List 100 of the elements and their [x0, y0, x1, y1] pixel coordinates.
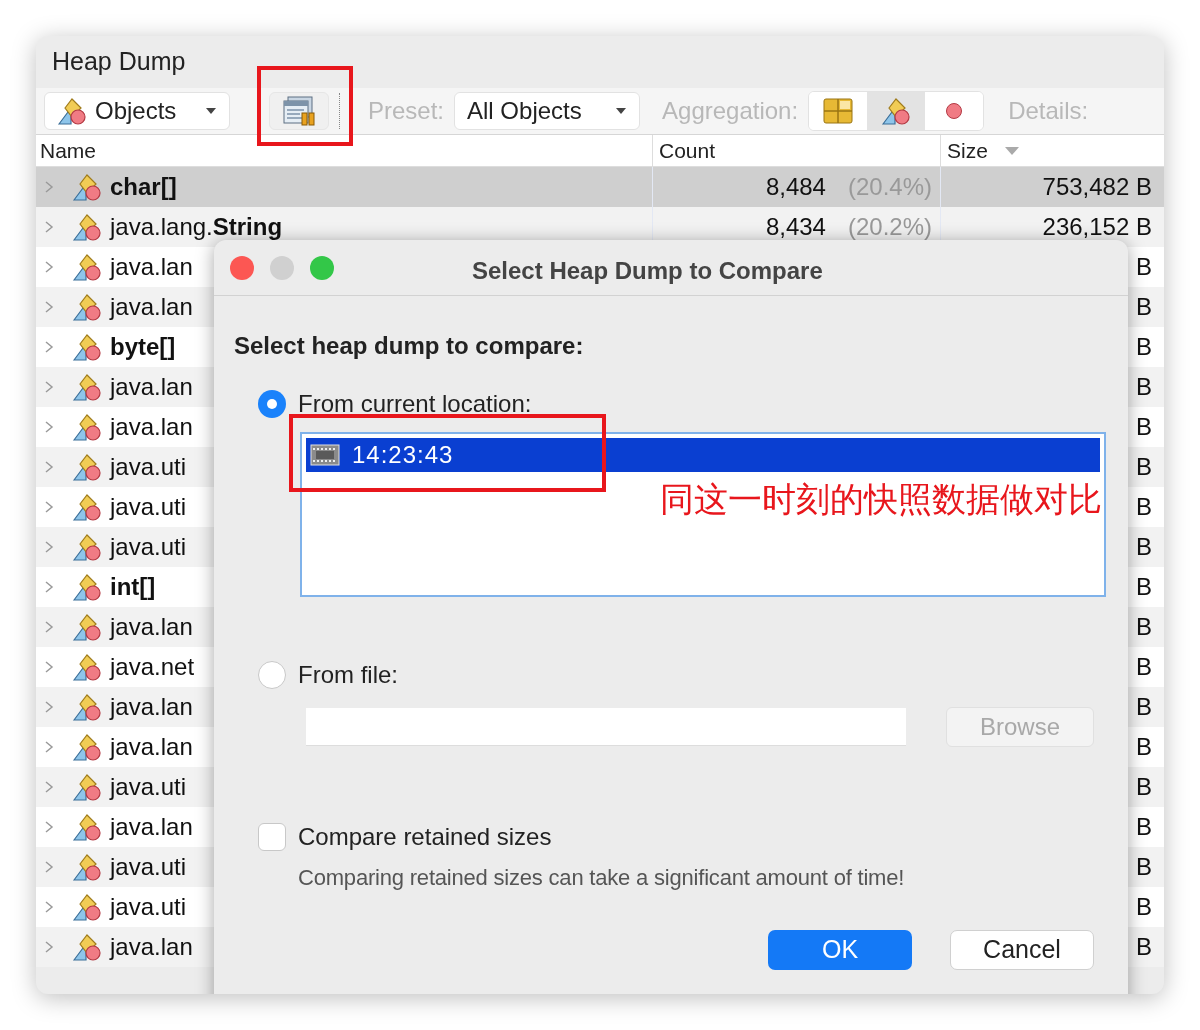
dialog-heading: Select heap dump to compare: [234, 331, 585, 361]
class-icon [72, 292, 102, 322]
column-header[interactable]: Count [652, 135, 940, 166]
compare-snapshot-button[interactable] [269, 92, 329, 130]
class-icon [72, 732, 102, 762]
class-icon [72, 692, 102, 722]
size-value: 753,482 B [1042, 172, 1152, 202]
class-name: char[] [110, 172, 177, 202]
close-button[interactable] [230, 255, 254, 280]
class-name: java.lan [110, 692, 193, 722]
caret-icon [205, 107, 217, 115]
file-path-field[interactable] [306, 708, 906, 746]
expand-chevron-icon[interactable] [44, 220, 54, 234]
column-header[interactable]: Name [36, 135, 652, 166]
size-value: B [1136, 252, 1152, 282]
expand-chevron-icon[interactable] [44, 820, 54, 834]
expand-chevron-icon[interactable] [44, 860, 54, 874]
expand-chevron-icon[interactable] [44, 500, 54, 514]
objects-dropdown[interactable]: Objects [44, 92, 230, 130]
radio-button[interactable] [258, 661, 286, 689]
expand-chevron-icon[interactable] [44, 940, 54, 954]
size-value: B [1136, 412, 1152, 442]
preset-dropdown[interactable]: All Objects [454, 92, 641, 130]
class-icon [72, 772, 102, 802]
checkbox[interactable] [258, 823, 286, 851]
minimize-button[interactable] [270, 255, 294, 280]
size-value: B [1136, 652, 1152, 682]
expand-chevron-icon[interactable] [44, 260, 54, 274]
snapshot-time: 14:23:43 [352, 440, 454, 470]
size-value: B [1136, 612, 1152, 642]
class-name: java.uti [110, 452, 187, 482]
size-value: 236,152 B [1042, 212, 1152, 242]
class-name: java.lang.String [110, 212, 283, 242]
cancel-button[interactable]: Cancel [950, 930, 1094, 970]
zoom-button[interactable] [310, 255, 334, 280]
expand-chevron-icon[interactable] [44, 380, 54, 394]
annotation-text: 同这一时刻的快照数据做对比 [660, 478, 1102, 521]
class-icon [72, 812, 102, 842]
class-icon [72, 652, 102, 682]
size-value: B [1136, 892, 1152, 922]
window-title: Heap Dump [52, 46, 186, 78]
size-value: B [1136, 732, 1152, 762]
class-name: java.lan [110, 932, 193, 962]
expand-chevron-icon[interactable] [44, 340, 54, 354]
radio-button[interactable] [258, 390, 286, 418]
expand-chevron-icon[interactable] [44, 660, 54, 674]
class-name: java.lan [110, 372, 193, 402]
class-icon [72, 532, 102, 562]
expand-chevron-icon[interactable] [44, 700, 54, 714]
expand-chevron-icon[interactable] [44, 420, 54, 434]
dialog-title: Select Heap Dump to Compare [472, 256, 823, 286]
class-icon [72, 492, 102, 522]
class-icon [72, 932, 102, 962]
class-icon [72, 372, 102, 402]
aggregation-toggle[interactable] [867, 92, 926, 130]
class-name: java.net [110, 652, 195, 682]
size-value: B [1136, 332, 1152, 362]
sort-descending-icon [1003, 145, 1020, 156]
class-name: java.lan [110, 412, 193, 442]
class-name: java.lan [110, 252, 193, 282]
class-name: java.lan [110, 732, 193, 762]
size-value: B [1136, 292, 1152, 322]
expand-chevron-icon[interactable] [44, 300, 54, 314]
column-header[interactable]: Size [940, 135, 1164, 166]
size-value: B [1136, 772, 1152, 802]
snapshot-icon [310, 443, 340, 467]
expand-chevron-icon[interactable] [44, 900, 54, 914]
snapshot-list-item[interactable]: 14:23:43 [306, 438, 1100, 472]
class-name: java.uti [110, 892, 187, 922]
size-value: B [1136, 372, 1152, 402]
expand-chevron-icon[interactable] [44, 180, 54, 194]
circle-icon [945, 102, 964, 120]
expand-chevron-icon[interactable] [44, 740, 54, 754]
details-label: Details: [1008, 96, 1089, 126]
class-icon [881, 96, 912, 126]
size-value: B [1136, 692, 1152, 722]
expand-chevron-icon[interactable] [44, 460, 54, 474]
class-icon [72, 252, 102, 282]
class-icon [72, 892, 102, 922]
class-name: java.lan [110, 292, 193, 322]
expand-chevron-icon[interactable] [44, 540, 54, 554]
class-name: byte[] [110, 332, 176, 362]
class-icon [72, 612, 102, 642]
count-value: 8,434 [765, 212, 826, 242]
class-icon [57, 96, 87, 126]
class-name: java.uti [110, 772, 187, 802]
preset-label: Preset: [368, 96, 445, 126]
class-icon [72, 452, 102, 482]
size-value: B [1136, 492, 1152, 522]
expand-chevron-icon[interactable] [44, 620, 54, 634]
aggregation-label: Aggregation: [662, 96, 799, 126]
size-value: B [1136, 932, 1152, 962]
count-percent: (20.2%) [847, 212, 932, 242]
class-name: java.uti [110, 492, 187, 522]
expand-chevron-icon[interactable] [44, 780, 54, 794]
ok-button[interactable]: OK [768, 930, 912, 970]
class-name: java.lan [110, 612, 193, 642]
size-value: B [1136, 452, 1152, 482]
radio-label: From file: [298, 660, 398, 690]
expand-chevron-icon[interactable] [44, 580, 54, 594]
